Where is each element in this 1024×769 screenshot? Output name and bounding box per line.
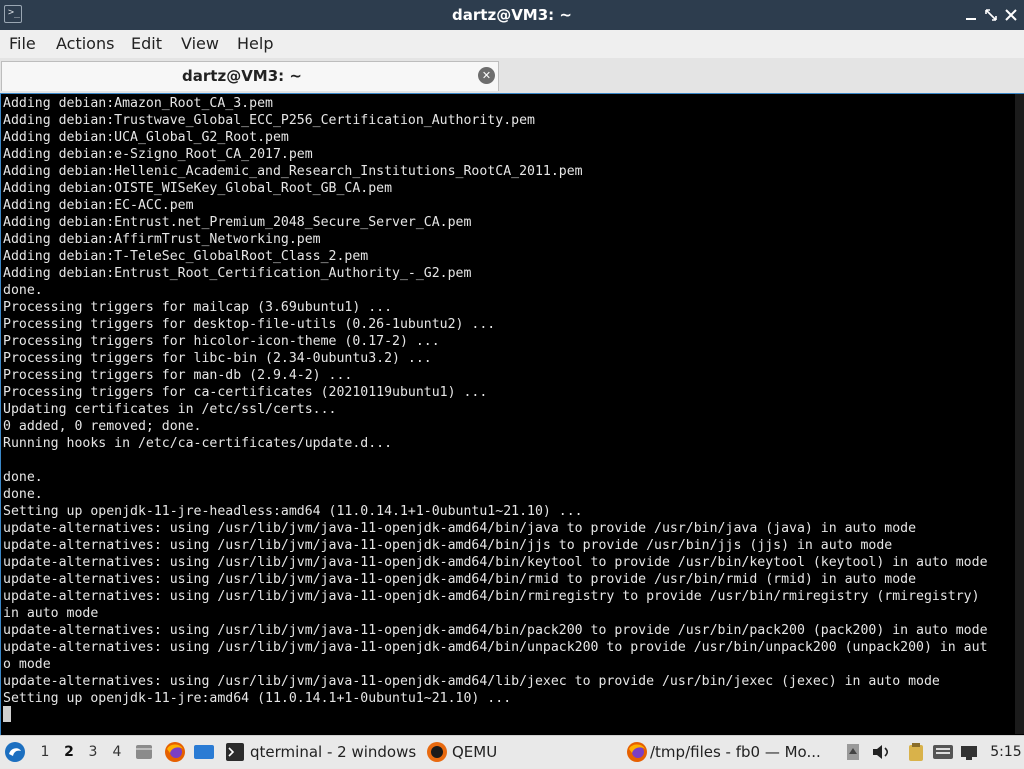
terminal-line: Processing triggers for libc-bin (2.34-0… <box>3 351 432 366</box>
taskbar: 1 2 3 4 qterminal - 2 windows QEMU /tmp/… <box>0 735 1024 768</box>
menu-edit[interactable]: Edit <box>131 34 162 53</box>
window-title: dartz@VM3: ~ <box>452 6 572 24</box>
task-qterminal[interactable]: qterminal - 2 windows <box>224 738 420 766</box>
task-qemu[interactable]: QEMU <box>424 738 514 766</box>
terminal-line: Adding debian:UCA_Global_G2_Root.pem <box>3 130 289 145</box>
terminal-scrollbar[interactable] <box>1015 94 1024 734</box>
firefox-icon <box>627 742 647 762</box>
workspace-3[interactable]: 3 <box>83 742 103 762</box>
terminal-line: Running hooks in /etc/ca-certificates/up… <box>3 436 393 451</box>
terminal-view[interactable]: Adding debian:Amazon_Root_CA_3.pem Adding… <box>0 93 1024 735</box>
network-icon[interactable] <box>959 743 979 765</box>
task-qterminal-label: qterminal - 2 windows <box>250 743 417 761</box>
terminal-line: update-alternatives: using /usr/lib/jvm/… <box>3 589 980 604</box>
terminal-line: update-alternatives: using /usr/lib/jvm/… <box>3 555 988 570</box>
show-desktop-icon[interactable] <box>193 742 215 766</box>
terminal-line: Adding debian:T-TeleSec_GlobalRoot_Class… <box>3 249 369 264</box>
clipboard-icon[interactable] <box>907 742 925 766</box>
menu-actions[interactable]: Actions <box>56 34 114 53</box>
keyboard-icon[interactable] <box>932 743 954 765</box>
terminal-cursor <box>3 706 11 722</box>
volume-icon[interactable] <box>871 743 891 765</box>
terminal-line: Adding debian:Amazon_Root_CA_3.pem <box>3 96 273 111</box>
menu-file[interactable]: File <box>9 34 36 53</box>
maximize-icon[interactable] <box>982 6 1000 24</box>
terminal-line: Updating certificates in /etc/ssl/certs.… <box>3 402 337 417</box>
file-manager-icon[interactable] <box>134 742 154 766</box>
terminal-line: o mode <box>3 657 51 672</box>
terminal-line: Adding debian:Entrust.net_Premium_2048_S… <box>3 215 472 230</box>
tab-close-icon[interactable]: ✕ <box>478 67 495 84</box>
terminal-line: update-alternatives: using /usr/lib/jvm/… <box>3 538 893 553</box>
minimize-icon[interactable] <box>962 6 980 24</box>
terminal-line: Processing triggers for mailcap (3.69ubu… <box>3 300 393 315</box>
terminal-line: Adding debian:Entrust_Root_Certification… <box>3 266 472 281</box>
terminal-line: Processing triggers for desktop-file-uti… <box>3 317 496 332</box>
terminal-line: done. <box>3 487 43 502</box>
terminal-line: update-alternatives: using /usr/lib/jvm/… <box>3 674 940 689</box>
terminal-line: Adding debian:EC-ACC.pem <box>3 198 194 213</box>
terminal-line: Processing triggers for man-db (2.9.4-2)… <box>3 368 353 383</box>
terminal-line: Setting up openjdk-11-jre-headless:amd64… <box>3 504 583 519</box>
menu-bar: File Actions Edit View Help <box>0 30 1024 58</box>
clock[interactable]: 5:15 <box>990 736 1022 769</box>
menu-view[interactable]: View <box>181 34 219 53</box>
tab-bar: dartz@VM3: ~ ✕ <box>0 58 1024 93</box>
workspace-1[interactable]: 1 <box>35 742 55 762</box>
terminal-line: update-alternatives: using /usr/lib/jvm/… <box>3 623 988 638</box>
terminal-line: update-alternatives: using /usr/lib/jvm/… <box>3 572 917 587</box>
terminal-line: done. <box>3 283 43 298</box>
terminal-line: Processing triggers for ca-certificates … <box>3 385 488 400</box>
terminal-line: Adding debian:e-Szigno_Root_CA_2017.pem <box>3 147 313 162</box>
terminal-line: Processing triggers for hicolor-icon-the… <box>3 334 440 349</box>
workspace-2[interactable]: 2 <box>59 742 79 762</box>
terminal-line: done. <box>3 470 43 485</box>
terminal-line: Adding debian:OISTE_WISeKey_Global_Root_… <box>3 181 393 196</box>
menu-help[interactable]: Help <box>237 34 273 53</box>
task-firefox-label: /tmp/files - fb0 — Mo... <box>650 743 821 761</box>
terminal-tab[interactable]: dartz@VM3: ~ ✕ <box>1 61 499 91</box>
task-firefox[interactable]: /tmp/files - fb0 — Mo... <box>624 738 824 766</box>
terminal-line: Adding debian:Hellenic_Academic_and_Rese… <box>3 164 583 179</box>
terminal-line: 0 added, 0 removed; done. <box>3 419 202 434</box>
firefox-launcher-icon[interactable] <box>164 741 186 767</box>
terminal-line: in auto mode <box>3 606 99 621</box>
window-titlebar: >_ dartz@VM3: ~ <box>0 0 1024 30</box>
terminal-icon <box>226 743 244 761</box>
tab-label: dartz@VM3: ~ <box>182 67 302 85</box>
terminal-line: Adding debian:Trustwave_Global_ECC_P256_… <box>3 113 535 128</box>
eject-icon[interactable] <box>846 742 860 766</box>
terminal-line: update-alternatives: using /usr/lib/jvm/… <box>3 521 917 536</box>
workspace-4[interactable]: 4 <box>107 742 127 762</box>
terminal-output: Adding debian:Amazon_Root_CA_3.pem Adding… <box>3 95 1013 707</box>
terminal-line: Adding debian:AffirmTrust_Networking.pem <box>3 232 321 247</box>
task-qemu-label: QEMU <box>452 743 498 761</box>
start-menu-icon[interactable] <box>4 741 26 767</box>
qemu-icon <box>427 742 447 762</box>
terminal-line: Setting up openjdk-11-jre:amd64 (11.0.14… <box>3 691 512 706</box>
terminal-line: update-alternatives: using /usr/lib/jvm/… <box>3 640 988 655</box>
close-icon[interactable] <box>1002 6 1020 24</box>
